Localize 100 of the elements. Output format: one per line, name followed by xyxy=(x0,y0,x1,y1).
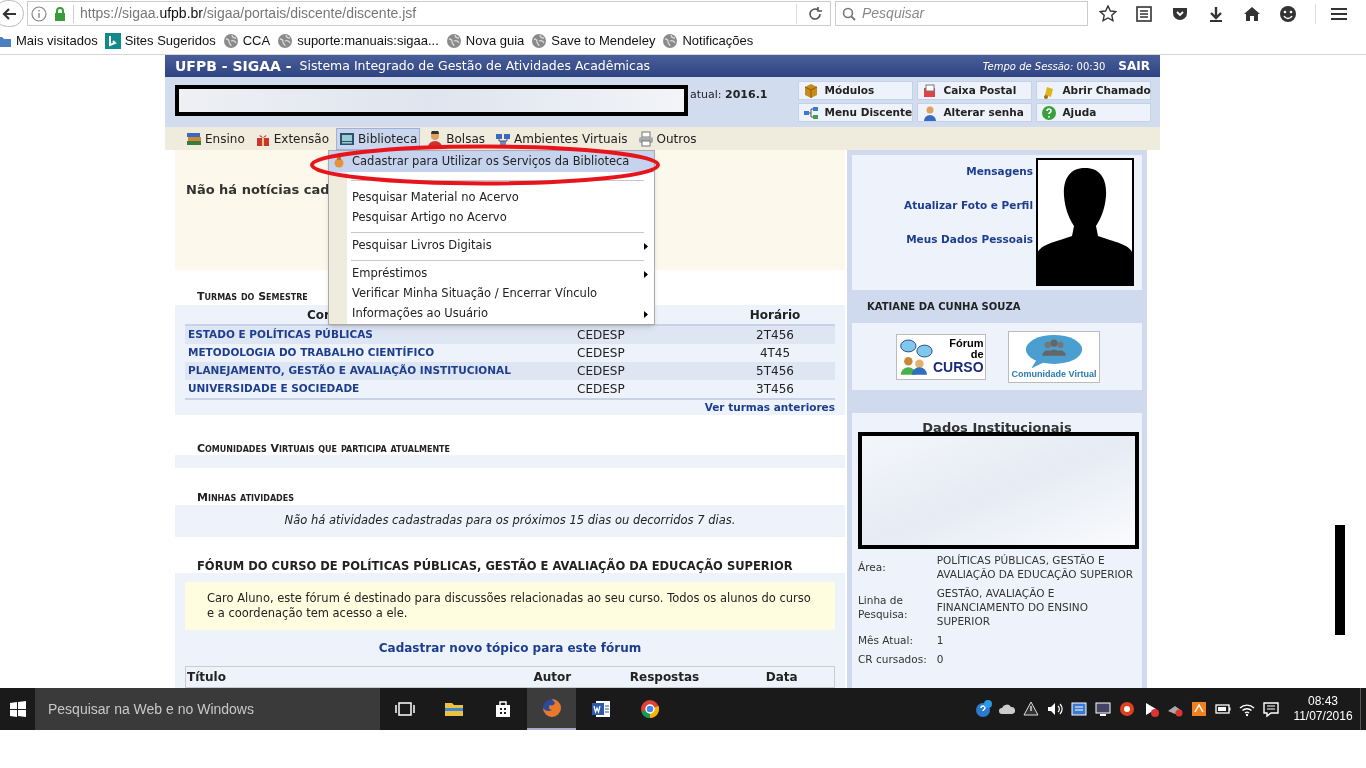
previous-classes-link[interactable]: Ver turmas anteriores xyxy=(704,400,835,416)
bookmark-link[interactable]: Mais visitados xyxy=(0,30,98,51)
field-label: CR cursados: xyxy=(858,652,928,666)
notification-tray-button[interactable] xyxy=(1262,700,1280,718)
printer-icon xyxy=(637,130,654,147)
logout-link[interactable]: SAIR xyxy=(1118,57,1150,75)
globe-icon xyxy=(662,32,679,49)
forum-notice: Caro Aluno, este fórum é destinado para discussões relacionadas ao seu curso. Todos os alunos do curso e a coordenação tem acesso a ele. xyxy=(207,591,812,621)
menu-tab[interactable]: Ambientes Virtuais xyxy=(492,127,631,150)
globe-icon xyxy=(277,32,294,49)
bookmark-link[interactable]: Notificações xyxy=(662,30,754,51)
record-icon xyxy=(1118,700,1136,718)
shortcut-button[interactable]: Ajuda xyxy=(1036,103,1152,122)
monitor-icon xyxy=(1094,700,1112,718)
star-button[interactable] xyxy=(1099,4,1117,23)
upload-tray-button[interactable] xyxy=(1190,700,1208,718)
monitor-tray-button[interactable] xyxy=(1094,700,1112,718)
menu-icon xyxy=(1330,5,1348,22)
profile-link[interactable]: Atualizar Foto e Perfil xyxy=(904,199,1033,212)
section-title: Comunidades Virtuais que participa atualmente xyxy=(197,442,451,455)
monitor-icon xyxy=(339,130,356,147)
menu-button[interactable] xyxy=(1330,5,1348,22)
help-icon xyxy=(1041,104,1058,121)
shortcut-button[interactable]: Abrir Chamado xyxy=(1036,81,1152,100)
keyboard-tray-button[interactable] xyxy=(1070,700,1088,718)
system-subtitle: Sistema Integrado de Gestão de Atividades Acadêmicas xyxy=(299,56,651,75)
bookmark-link[interactable]: CCA xyxy=(222,30,271,51)
url-text: https://sigaa.ufpb.br/sigaa/portais/discente/discente.jsf xyxy=(80,4,417,23)
table-cell-text: 5T456 xyxy=(755,363,795,380)
submenu-arrow-icon xyxy=(644,270,648,278)
dropdown-item-icon xyxy=(333,155,345,168)
field-label: Mês Atual: xyxy=(858,633,914,647)
record-tray-button[interactable] xyxy=(1118,700,1136,718)
taskbar-search-field[interactable]: Pesquisar na Web e no Windows xyxy=(35,688,380,730)
community-badge[interactable]: Comunidade Virtual xyxy=(1008,330,1100,383)
dropdown-item[interactable]: Verificar Minha Situação / Encerrar Vínculo xyxy=(329,284,654,304)
shortcut-button[interactable]: Menu Discente xyxy=(798,103,914,122)
home-button[interactable] xyxy=(1243,4,1261,23)
dropdown-item[interactable]: Cadastrar para Utilizar os Serviços da Biblioteca xyxy=(329,151,654,172)
people-icon xyxy=(899,338,933,375)
class-link[interactable]: METODOLOGIA DO TRABALHO CIENTÍFICO xyxy=(185,345,577,361)
forum-badge[interactable]: Fórum de CURSO xyxy=(896,333,986,380)
forum-title: FÓRUM DO CURSO DE POLÍTICAS PÚBLICAS, GESTÃO E AVALIAÇÃO DA EDUCAÇÃO SUPERIOR xyxy=(197,559,793,573)
profile-link[interactable]: Meus Dados Pessoais xyxy=(906,233,1033,246)
menu-tab[interactable]: Extensão xyxy=(251,127,333,150)
list-button[interactable] xyxy=(1135,4,1153,23)
panel-title: Dados Institucionais xyxy=(922,420,1072,435)
dropdown-item[interactable]: Pesquisar Livros Digitais xyxy=(329,236,654,256)
bookmark-link[interactable]: Save to Mendeley xyxy=(531,30,656,51)
bookmark-link[interactable]: Sites Sugeridos xyxy=(104,30,216,51)
user-icon xyxy=(922,104,939,121)
smiley-icon xyxy=(1279,4,1297,23)
scrollbar-thumb[interactable] xyxy=(1335,525,1345,635)
help-tray-button[interactable] xyxy=(974,700,992,718)
warning-tray-button[interactable] xyxy=(1022,700,1040,718)
menu-tab[interactable]: Outros xyxy=(634,127,700,150)
fox-globe-icon xyxy=(541,698,562,718)
books-icon xyxy=(186,130,202,147)
shortcut-button[interactable]: Alterar senha xyxy=(917,103,1033,122)
class-link[interactable]: PLANEJAMENTO, GESTÃO E AVALIAÇÃO INSTITUCIONAL xyxy=(185,363,577,379)
badge-text: de xyxy=(970,349,984,360)
menu-tab[interactable]: Biblioteca xyxy=(336,127,421,150)
class-link[interactable]: ESTADO E POLÍTICAS PÚBLICAS xyxy=(185,327,577,343)
shortcut-button[interactable]: Caixa Postal xyxy=(917,81,1033,100)
search-field[interactable]: Pesquisar xyxy=(835,1,1088,26)
document-icon xyxy=(590,699,611,719)
list-icon xyxy=(1135,4,1153,23)
column-header: Horário xyxy=(748,307,802,324)
globe-icon xyxy=(445,32,462,49)
column-header: Data xyxy=(764,670,799,684)
dropdown-item[interactable]: Empréstimos xyxy=(329,264,654,284)
column-header: Autor xyxy=(532,670,573,684)
address-field[interactable]: https://sigaa.ufpb.br/sigaa/portais/discente/discente.jsf xyxy=(27,1,831,26)
download-button[interactable] xyxy=(1207,4,1225,23)
dropdown-item[interactable]: Pesquisar Artigo no Acervo xyxy=(329,208,654,228)
dropdown-item[interactable]: Pesquisar Material no Acervo xyxy=(329,188,654,208)
back-button[interactable] xyxy=(0,0,24,27)
warning-icon xyxy=(1022,700,1040,718)
menu-tab[interactable]: Ensino xyxy=(183,127,248,150)
session-timer: Tempo de Sessão: 00:30 xyxy=(982,59,1106,74)
section-title: Minhas atividades xyxy=(197,491,294,504)
shortcut-button[interactable]: Módulos xyxy=(798,81,914,100)
profile-link[interactable]: Mensagens xyxy=(966,165,1033,178)
download-icon xyxy=(1207,4,1225,23)
globe-icon xyxy=(531,32,548,49)
new-topic-link[interactable]: Cadastrar novo tópico para este fórum xyxy=(378,639,642,657)
bookmark-link[interactable]: suporte:manuais:sigaa... xyxy=(277,30,439,51)
field-value: 1 xyxy=(936,633,945,647)
chrome-browser-icon xyxy=(639,699,660,719)
bookmark-link[interactable]: Nova guia xyxy=(445,30,525,51)
smiley-button[interactable] xyxy=(1279,4,1297,23)
search-icon xyxy=(842,6,856,21)
dropdown-item[interactable]: Informações ao Usuário xyxy=(329,304,654,324)
class-link[interactable]: UNIVERSIDADE E SOCIEDADE xyxy=(185,381,577,397)
notification-icon xyxy=(1262,700,1280,718)
tree-icon xyxy=(803,104,820,121)
keyboard-icon xyxy=(1070,700,1088,718)
table-cell-text: CEDESP xyxy=(577,345,626,362)
menu-tab[interactable]: Bolsas xyxy=(424,127,489,150)
taskbar-search-placeholder: Pesquisar na Web e no Windows xyxy=(48,699,254,719)
